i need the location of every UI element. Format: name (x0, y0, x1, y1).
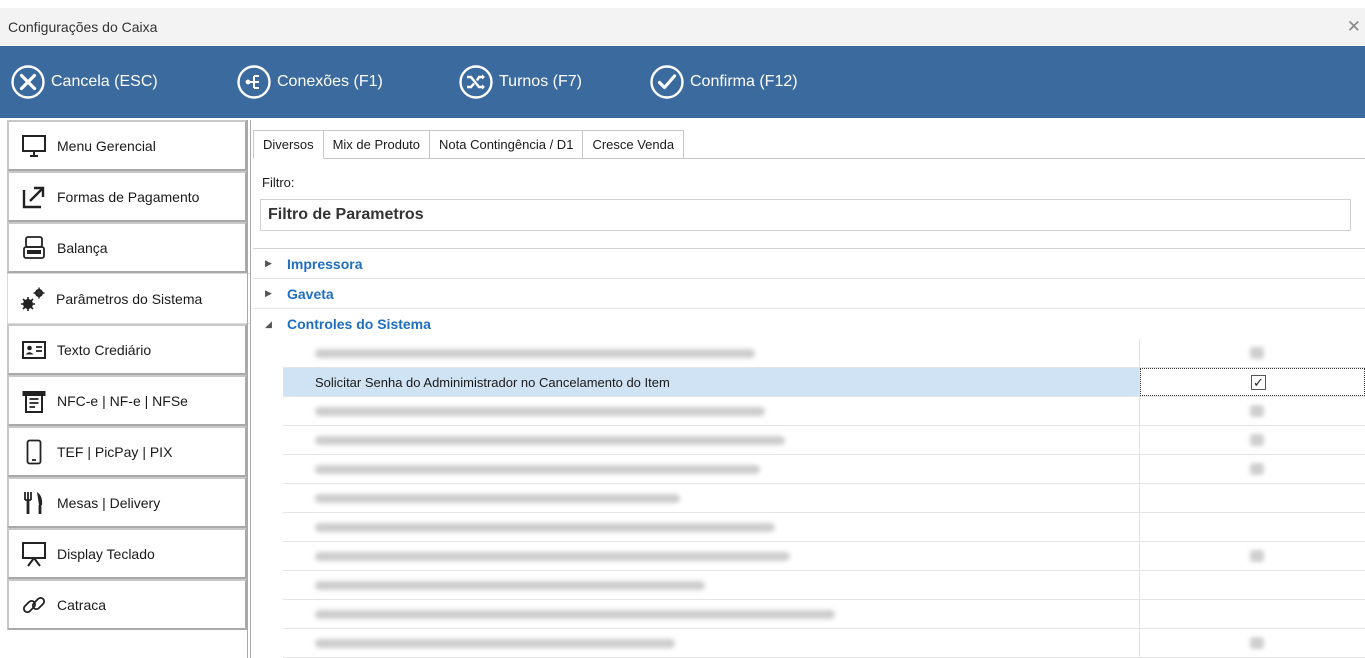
sidebar-item-label: Balança (57, 239, 108, 256)
parameter-row[interactable] (283, 455, 1365, 484)
obscured-text (315, 580, 705, 590)
obscured-checkbox (1250, 550, 1264, 562)
parameter-row-selected[interactable]: Solicitar Senha do Adminimistrador no Ca… (283, 368, 1365, 397)
parameter-row[interactable] (283, 542, 1365, 571)
close-icon[interactable]: ✕ (1347, 17, 1361, 37)
obscured-checkbox (1250, 434, 1264, 446)
obscured-text (315, 435, 785, 445)
sidebar-item-label: TEF | PicPay | PIX (57, 443, 173, 460)
obscured-checkbox (1250, 347, 1264, 359)
sidebar-item-label: Parâmetros do Sistema (56, 290, 203, 307)
parameter-checkbox[interactable]: ✓ (1251, 374, 1266, 390)
window-title: Configurações do Caixa (8, 19, 158, 35)
link-icon (21, 592, 47, 618)
obscured-checkbox (1250, 463, 1264, 475)
tab-divider (337, 158, 1365, 159)
sidebar-item-display-teclado[interactable]: Display Teclado (7, 528, 247, 579)
parameter-row[interactable] (283, 397, 1365, 426)
sidebar-item-formas-de-pagamento[interactable]: Formas de Pagamento (7, 171, 247, 222)
filter-input[interactable]: Filtro de Parametros (260, 199, 1351, 231)
receipt-icon (21, 388, 47, 414)
group-label: Gaveta (287, 285, 334, 302)
main-panel: Diversos Mix de Produto Nota Contingênci… (253, 120, 1365, 658)
check-circle-icon (650, 65, 684, 99)
confirm-button[interactable]: Confirma (F12) (649, 62, 798, 102)
parameter-row[interactable] (283, 484, 1365, 513)
sidebar-item-texto-crediario[interactable]: Texto Crediário (7, 324, 247, 375)
group-gaveta[interactable]: ▶ Gaveta (253, 279, 1365, 309)
group-impressora[interactable]: ▶ Impressora (253, 249, 1365, 279)
window-titlebar: Configurações do Caixa ✕ (0, 8, 1365, 46)
parameter-row[interactable] (283, 426, 1365, 455)
monitor-icon (21, 133, 47, 159)
tab-nota-contingencia[interactable]: Nota Contingência / D1 (430, 130, 584, 159)
network-icon (237, 65, 271, 99)
connections-button-label: Conexões (F1) (277, 73, 383, 90)
group-controles-do-sistema[interactable]: ◢ Controles do Sistema (253, 309, 1365, 339)
cutlery-icon (21, 490, 47, 516)
obscured-text (315, 551, 790, 561)
obscured-text (315, 464, 760, 474)
sidebar-item-label: Texto Crediário (57, 341, 152, 358)
id-card-icon (21, 337, 47, 363)
obscured-text (315, 638, 675, 648)
sidebar-item-label: Catraca (57, 596, 107, 613)
confirm-button-label: Confirma (F12) (690, 73, 798, 90)
smartphone-icon (21, 439, 47, 465)
sidebar-item-catraca[interactable]: Catraca (7, 579, 247, 630)
obscured-text (315, 522, 775, 532)
obscured-checkbox (1250, 405, 1264, 417)
sidebar: Menu Gerencial Formas de Pagamento Balan… (7, 120, 251, 658)
tab-cresce-venda[interactable]: Cresce Venda (583, 130, 685, 159)
filter-label: Filtro: (262, 175, 295, 190)
sidebar-item-nfc-e[interactable]: NFC-e | NF-e | NFSe (7, 375, 247, 426)
parameter-row[interactable] (283, 600, 1365, 629)
splitter[interactable] (247, 120, 251, 658)
sidebar-item-parametros-do-sistema[interactable]: Parâmetros do Sistema (7, 273, 251, 324)
connections-button[interactable]: Conexões (F1) (236, 62, 383, 102)
obscured-text (315, 406, 765, 416)
parameter-row[interactable] (283, 629, 1365, 658)
obscured-text (315, 348, 755, 358)
toolbar: Cancela (ESC) Conexões (F1) Turnos (F7) … (0, 46, 1365, 118)
sidebar-item-mesas-delivery[interactable]: Mesas | Delivery (7, 477, 247, 528)
parameter-row[interactable] (283, 513, 1365, 542)
parameter-label: Solicitar Senha do Adminimistrador no Ca… (283, 368, 1140, 396)
shifts-button-label: Turnos (F7) (499, 73, 582, 90)
cancel-button[interactable]: Cancela (ESC) (10, 62, 158, 102)
shuffle-icon (459, 65, 493, 99)
sidebar-item-menu-gerencial[interactable]: Menu Gerencial (7, 120, 247, 171)
expand-arrow-icon[interactable]: ▶ (265, 258, 279, 269)
obscured-checkbox (1250, 637, 1264, 649)
obscured-text (315, 493, 680, 503)
tab-diversos[interactable]: Diversos (253, 130, 324, 159)
expand-arrow-icon[interactable]: ▶ (265, 288, 279, 299)
x-circle-icon (11, 65, 45, 99)
group-label: Impressora (287, 255, 363, 272)
parameter-row[interactable] (283, 339, 1365, 368)
sidebar-item-label: Display Teclado (57, 545, 155, 562)
scale-icon (21, 235, 47, 261)
sidebar-item-label: Formas de Pagamento (57, 188, 200, 205)
collapse-arrow-icon[interactable]: ◢ (265, 319, 279, 330)
sidebar-item-label: Mesas | Delivery (57, 494, 161, 511)
sidebar-item-label: NFC-e | NF-e | NFSe (57, 392, 188, 409)
sidebar-item-tef[interactable]: TEF | PicPay | PIX (7, 426, 247, 477)
group-label: Controles do Sistema (287, 316, 431, 332)
sidebar-item-label: Menu Gerencial (57, 137, 156, 154)
obscured-text (315, 609, 835, 619)
shifts-button[interactable]: Turnos (F7) (458, 62, 582, 102)
parameter-row[interactable] (283, 571, 1365, 600)
tab-mix-de-produto[interactable]: Mix de Produto (323, 130, 431, 159)
cancel-button-label: Cancela (ESC) (51, 73, 158, 90)
gears-icon (20, 286, 46, 312)
sidebar-item-balanca[interactable]: Balança (7, 222, 247, 273)
tab-strip: Diversos Mix de Produto Nota Contingênci… (253, 130, 685, 159)
parameters-grid: ▶ Impressora ▶ Gaveta ◢ Controles do Sis… (253, 248, 1365, 658)
external-link-icon (21, 184, 47, 210)
display-icon (21, 541, 47, 567)
